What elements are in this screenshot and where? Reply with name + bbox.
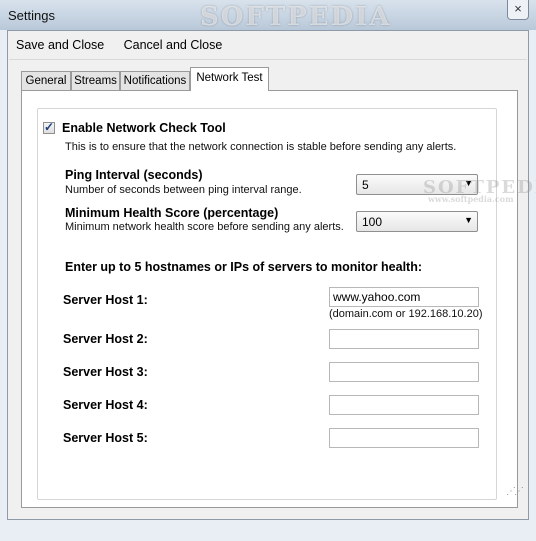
window-client: Save and Close Cancel and Close General … xyxy=(7,30,536,520)
watermark: SOFTPEDIA xyxy=(200,2,392,32)
server-host-1-value: www.yahoo.com xyxy=(333,290,421,304)
hosts-heading: Enter up to 5 hostnames or IPs of server… xyxy=(65,260,423,274)
server-host-2-label: Server Host 2: xyxy=(63,332,148,346)
server-host-4-input[interactable] xyxy=(329,395,479,415)
ping-interval-description: Number of seconds between ping interval … xyxy=(65,184,302,196)
ping-interval-label: Ping Interval (seconds) xyxy=(65,168,203,182)
menu-separator xyxy=(9,59,527,60)
tab-general[interactable]: General xyxy=(21,71,71,90)
server-host-3-label: Server Host 3: xyxy=(63,365,148,379)
server-host-2-input[interactable] xyxy=(329,329,479,349)
server-host-1-label: Server Host 1: xyxy=(63,293,148,307)
health-score-value: 100 xyxy=(362,215,383,229)
dropdown-arrow-icon: ▼ xyxy=(464,215,473,225)
close-button[interactable]: × xyxy=(507,0,529,20)
server-host-4-label: Server Host 4: xyxy=(63,398,148,412)
server-host-1-input[interactable]: www.yahoo.com xyxy=(329,287,479,307)
checkmark-icon: ✓ xyxy=(44,120,55,134)
enable-description: This is to ensure that the network conne… xyxy=(65,141,457,153)
network-check-group: ✓ Enable Network Check Tool This is to e… xyxy=(37,108,536,500)
tab-streams[interactable]: Streams xyxy=(71,71,120,90)
softpedia-watermark-url: www.softpedia.com xyxy=(428,194,514,204)
window-title: Settings xyxy=(8,8,55,23)
resize-grip-icon[interactable]: ⋰⋰ xyxy=(506,486,524,497)
health-score-select[interactable]: 100 ▼ xyxy=(356,211,478,232)
tab-notifications[interactable]: Notifications xyxy=(120,71,190,90)
ping-interval-value: 5 xyxy=(362,178,369,192)
server-host-3-input[interactable] xyxy=(329,362,479,382)
save-and-close-menu-item[interactable]: Save and Close xyxy=(16,36,104,54)
enable-network-check-checkbox[interactable]: ✓ xyxy=(43,120,55,134)
server-host-5-label: Server Host 5: xyxy=(63,431,148,445)
enable-network-check-label[interactable]: Enable Network Check Tool xyxy=(62,121,226,135)
host-format-hint: (domain.com or 192.168.10.20) xyxy=(329,308,483,320)
network-test-panel: ✓ Enable Network Check Tool This is to e… xyxy=(21,90,536,508)
tab-network-test[interactable]: Network Test xyxy=(190,67,269,91)
server-host-5-input[interactable] xyxy=(329,428,479,448)
health-score-description: Minimum network health score before send… xyxy=(65,221,344,233)
menu-bar: Save and Close Cancel and Close xyxy=(16,36,238,58)
health-score-label: Minimum Health Score (percentage) xyxy=(65,206,279,220)
cancel-and-close-menu-item[interactable]: Cancel and Close xyxy=(124,36,223,54)
title-bar: Settings SOFTPEDIA × xyxy=(0,0,536,32)
close-icon: × xyxy=(514,1,522,16)
